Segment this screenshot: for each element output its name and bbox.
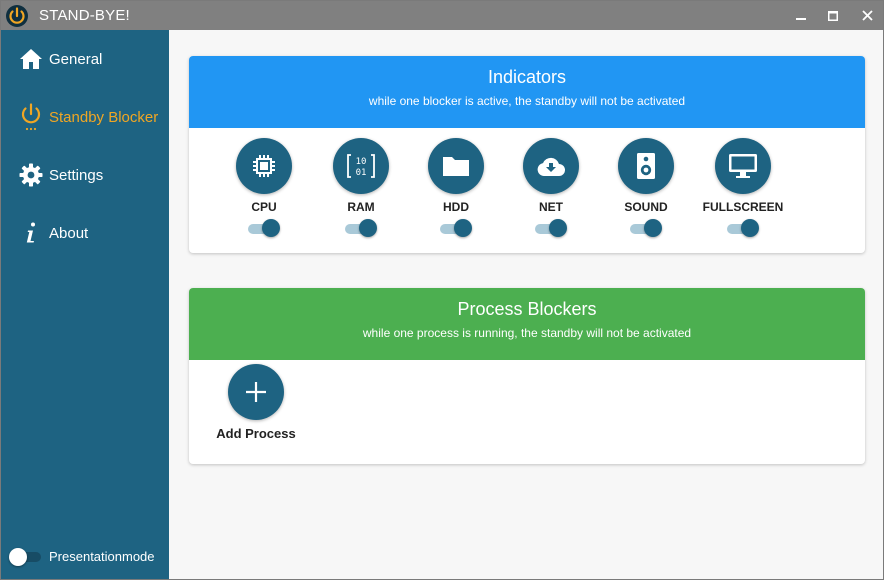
indicator-label: SOUND [624, 200, 668, 214]
indicator-net: NET [503, 138, 599, 238]
indicator-hdd: HDD [408, 138, 504, 238]
hdd-toggle[interactable] [440, 218, 472, 238]
process-blockers-subtitle: while one process is running, the standb… [362, 326, 692, 340]
process-blockers-title: Process Blockers [457, 299, 597, 319]
sidebar-item-general[interactable]: General [1, 39, 169, 79]
hdd-button[interactable] [428, 138, 484, 194]
sidebar-item-standby-blocker[interactable]: Standby Blocker [1, 97, 169, 137]
speaker-icon [637, 153, 655, 179]
indicator-label: NET [539, 200, 563, 214]
sidebar-item-label: General [49, 50, 103, 68]
indicator-fullscreen: FULLSCREEN [695, 138, 791, 238]
indicator-ram: 10 01 RAM [313, 138, 409, 238]
minimize-icon [796, 17, 806, 20]
sidebar-item-label: Settings [49, 166, 104, 184]
folder-icon [443, 157, 469, 176]
app-window: STAND-BYE! General Standby Blocker Setti… [0, 0, 884, 580]
add-process-button[interactable] [228, 364, 284, 420]
close-button[interactable] [851, 1, 883, 30]
cloud-download-icon [537, 157, 565, 176]
presentation-mode: Presentationmode [9, 546, 169, 568]
indicator-label: RAM [347, 200, 375, 214]
svg-text:01: 01 [356, 168, 367, 178]
net-button[interactable] [523, 138, 579, 194]
indicators-title: Indicators [487, 67, 567, 87]
presentation-mode-label: Presentationmode [49, 549, 155, 564]
power-icon [19, 103, 43, 131]
cpu-icon [253, 155, 275, 177]
net-toggle[interactable] [535, 218, 567, 238]
app-title: STAND-BYE! [39, 7, 130, 24]
ram-toggle[interactable] [345, 218, 377, 238]
cpu-button[interactable] [236, 138, 292, 194]
process-blockers-header: Process Blockers while one process is ru… [189, 288, 865, 360]
sound-button[interactable] [618, 138, 674, 194]
add-process-label: Add Process [216, 426, 296, 441]
maximize-button[interactable] [817, 1, 849, 30]
sidebar: General Standby Blocker Settings About P… [1, 30, 169, 579]
plus-icon [246, 382, 266, 402]
indicators-subtitle: while one blocker is active, the standby… [368, 94, 686, 108]
add-process: Add Process [211, 364, 301, 441]
sidebar-item-label: About [49, 224, 89, 242]
indicator-label: FULLSCREEN [702, 200, 784, 214]
process-blockers-card: Process Blockers while one process is ru… [189, 288, 865, 464]
indicator-label: HDD [443, 200, 469, 214]
indicator-sound: SOUND [598, 138, 694, 238]
ram-button[interactable]: 10 01 [333, 138, 389, 194]
cpu-toggle[interactable] [248, 218, 280, 238]
info-icon [19, 221, 43, 245]
minimize-button[interactable] [785, 1, 817, 30]
presentation-mode-toggle[interactable] [9, 548, 43, 566]
indicator-cpu: CPU [216, 138, 312, 238]
fullscreen-button[interactable] [715, 138, 771, 194]
indicators-header: Indicators while one blocker is active, … [189, 56, 865, 128]
home-icon [19, 47, 43, 71]
app-logo-icon [6, 5, 28, 27]
gear-icon [19, 163, 43, 187]
sound-toggle[interactable] [630, 218, 662, 238]
monitor-icon [729, 154, 757, 178]
fullscreen-toggle[interactable] [727, 218, 759, 238]
ram-icon: 1001 [347, 154, 375, 178]
sidebar-item-about[interactable]: About [1, 213, 169, 253]
maximize-icon [828, 10, 838, 21]
indicator-label: CPU [251, 200, 277, 214]
sidebar-item-label: Standby Blocker [49, 108, 159, 126]
sidebar-item-settings[interactable]: Settings [1, 155, 169, 195]
svg-text:10: 10 [356, 157, 367, 167]
indicators-card: Indicators while one blocker is active, … [189, 56, 865, 253]
close-icon [861, 10, 873, 21]
title-bar[interactable]: STAND-BYE! [1, 1, 883, 30]
